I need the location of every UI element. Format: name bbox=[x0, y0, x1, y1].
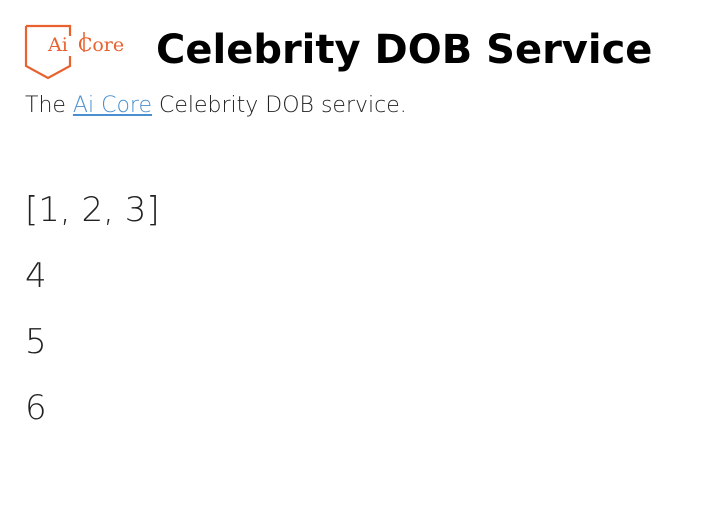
page: Ai Core Celebrity DOB Service The Ai Core… bbox=[0, 0, 708, 514]
intro-suffix: Celebrity DOB service. bbox=[159, 93, 407, 118]
page-title: Celebrity DOB Service bbox=[156, 27, 653, 73]
header: Ai Core Celebrity DOB Service bbox=[24, 22, 684, 84]
value-item: 6 bbox=[25, 388, 47, 428]
logo-text: Ai Core bbox=[48, 34, 124, 56]
logo-text-ai: Ai bbox=[48, 34, 68, 56]
logo-text-core: Core bbox=[77, 34, 125, 56]
value-item: 4 bbox=[25, 256, 47, 296]
intro-text: The Ai Core Celebrity DOB service. bbox=[25, 92, 407, 120]
aicore-link[interactable]: Ai Core bbox=[73, 93, 152, 118]
value-item: [1, 2, 3] bbox=[25, 190, 160, 230]
values-list: [1, 2, 3] 4 5 6 bbox=[25, 190, 160, 454]
intro-prefix: The bbox=[25, 93, 66, 118]
value-item: 5 bbox=[25, 322, 47, 362]
aicore-logo: Ai Core bbox=[24, 22, 134, 82]
